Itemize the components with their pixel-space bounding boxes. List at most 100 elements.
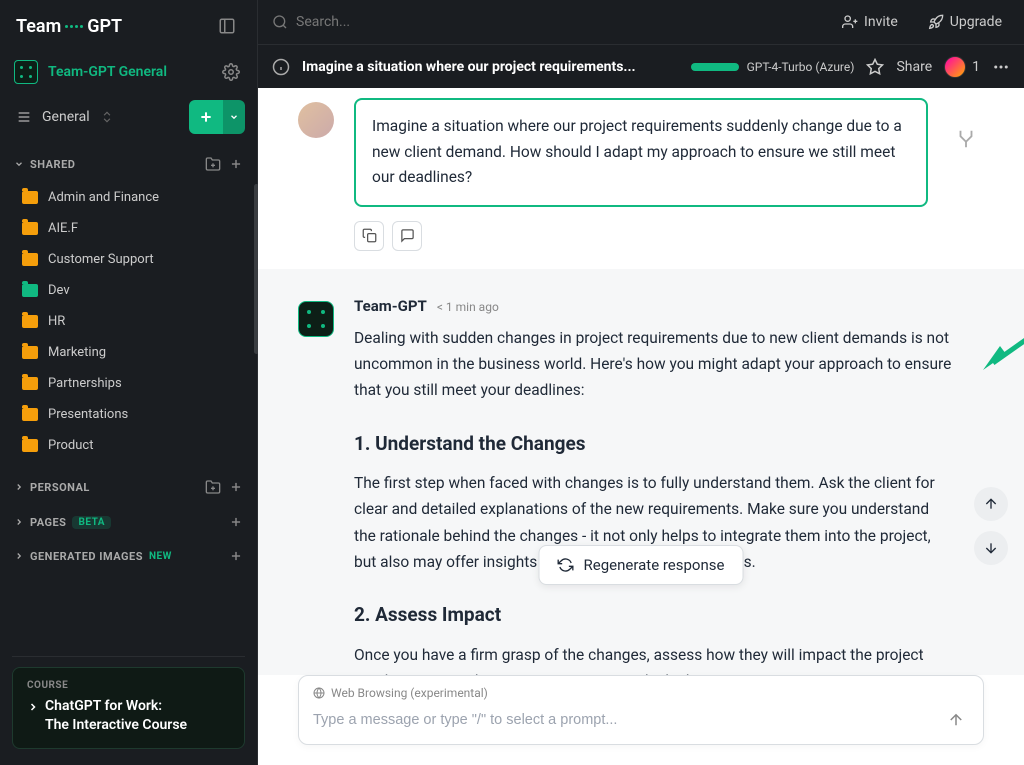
new-chat-dropdown[interactable] (223, 100, 245, 134)
chevron-down-icon (229, 112, 239, 122)
section-shared[interactable]: SHARED (0, 146, 257, 182)
user-message-bubble: Imagine a situation where our project re… (354, 98, 928, 207)
search-input[interactable]: Search... (272, 14, 820, 30)
new-badge: NEW (149, 551, 172, 562)
general-selector[interactable]: General (12, 103, 181, 131)
sidebar-folder-item[interactable]: Customer Support (6, 244, 251, 275)
arrow-up-icon (947, 711, 965, 729)
collapse-sidebar-button[interactable] (213, 12, 241, 40)
assistant-message-content: Team-GPT < 1 min ago Dealing with sudden… (354, 297, 954, 675)
folder-label: Customer Support (48, 252, 154, 267)
new-folder-icon[interactable] (205, 479, 221, 495)
folder-label: AIE.F (48, 221, 78, 236)
scroll-controls (974, 487, 1008, 565)
section-personal[interactable]: PERSONAL (0, 469, 257, 505)
sidebar: Team GPT Team-GPT General General (0, 0, 258, 765)
assistant-name: Team-GPT (354, 297, 427, 315)
section-shared-label: SHARED (30, 158, 75, 171)
workspace-name[interactable]: Team-GPT General (48, 64, 209, 80)
user-message-content: Imagine a situation where our project re… (354, 98, 928, 251)
input-row (313, 706, 969, 734)
main-panel: Search... Invite Upgrade Imagine a situa… (258, 0, 1024, 765)
send-button[interactable] (943, 707, 969, 733)
assistant-heading-2: 2. Assess Impact (354, 599, 954, 631)
rocket-icon (928, 14, 944, 30)
user-message-actions (354, 221, 928, 251)
topbar: Search... Invite Upgrade (258, 0, 1024, 44)
folder-list: Admin and Finance AIE.F Customer Support De… (0, 182, 257, 469)
fork-icon[interactable] (948, 98, 984, 251)
model-indicator[interactable]: GPT-4-Turbo (Azure) (691, 60, 855, 74)
course-title: ChatGPT for Work: The Interactive Course (27, 697, 230, 736)
sidebar-folder-item[interactable]: Admin and Finance (6, 182, 251, 213)
folder-icon (22, 377, 38, 390)
sidebar-folder-item[interactable]: AIE.F (6, 213, 251, 244)
workspace-icon (14, 60, 38, 84)
folder-icon (22, 222, 38, 235)
logo-text-pre: Team (16, 16, 61, 37)
invite-button[interactable]: Invite (834, 10, 906, 34)
sidebar-folder-item[interactable]: Marketing (6, 337, 251, 368)
user-message-row: Imagine a situation where our project re… (258, 88, 1024, 269)
star-icon[interactable] (866, 58, 884, 76)
sidebar-folder-item[interactable]: Dev (6, 275, 251, 306)
folder-icon (22, 253, 38, 266)
chat-header: Imagine a situation where our project re… (258, 44, 1024, 88)
assistant-timestamp: < 1 min ago (437, 300, 499, 314)
folder-label: Dev (48, 283, 70, 298)
more-icon[interactable] (992, 58, 1010, 76)
new-chat-split-button (189, 100, 245, 134)
user-avatar (298, 102, 334, 138)
scroll-up-button[interactable] (974, 487, 1008, 521)
sidebar-folder-item[interactable]: Product (6, 430, 251, 461)
input-feature-row[interactable]: Web Browsing (experimental) (313, 686, 969, 700)
assistant-avatar (298, 301, 334, 337)
comment-button[interactable] (392, 221, 422, 251)
sidebar-folder-item[interactable]: HR (6, 306, 251, 337)
scrollbar-track[interactable] (252, 182, 257, 362)
message-input-box: Web Browsing (experimental) (298, 675, 984, 745)
upgrade-button[interactable]: Upgrade (920, 10, 1010, 34)
add-icon[interactable] (229, 515, 243, 529)
general-label: General (42, 109, 90, 125)
regenerate-button[interactable]: Regenerate response (539, 545, 744, 585)
model-name: GPT-4-Turbo (Azure) (747, 60, 855, 74)
course-label: COURSE (27, 680, 230, 691)
share-button[interactable]: Share (896, 59, 932, 75)
new-chat-button[interactable] (189, 100, 223, 134)
add-icon[interactable] (229, 480, 243, 494)
message-input[interactable] (313, 706, 943, 734)
list-icon (16, 109, 32, 125)
section-pages-label: PAGES (30, 516, 66, 529)
folder-icon (22, 346, 38, 359)
sidebar-folder-item[interactable]: Partnerships (6, 368, 251, 399)
assistant-intro: Dealing with sudden changes in project r… (354, 325, 954, 404)
refresh-icon (558, 557, 574, 573)
input-feature-label: Web Browsing (experimental) (331, 686, 488, 700)
member-indicator[interactable]: 1 (944, 56, 980, 78)
scroll-down-button[interactable] (974, 531, 1008, 565)
gear-icon[interactable] (219, 60, 243, 84)
course-card[interactable]: COURSE ChatGPT for Work: The Interactive… (12, 667, 245, 749)
section-pages[interactable]: PAGES BETA (0, 505, 257, 539)
copy-icon (362, 228, 377, 243)
folder-label: Presentations (48, 407, 128, 422)
section-generated-label: GENERATED IMAGES (30, 550, 143, 563)
chevron-right-icon (27, 701, 39, 713)
sidebar-folder-item[interactable]: Presentations (6, 399, 251, 430)
beta-badge: BETA (72, 516, 111, 529)
folder-icon (22, 408, 38, 421)
copy-button[interactable] (354, 221, 384, 251)
info-icon[interactable] (272, 58, 290, 76)
globe-icon (313, 687, 325, 699)
section-generated-images[interactable]: GENERATED IMAGES NEW (0, 539, 257, 573)
add-icon[interactable] (229, 157, 243, 171)
assistant-heading-1: 1. Understand the Changes (354, 428, 954, 460)
add-icon[interactable] (229, 549, 243, 563)
new-folder-icon[interactable] (205, 156, 221, 172)
chat-body[interactable]: Imagine a situation where our project re… (258, 88, 1024, 675)
assistant-message-body: Dealing with sudden changes in project r… (354, 325, 954, 675)
folder-label: Admin and Finance (48, 190, 159, 205)
assistant-message-header: Team-GPT < 1 min ago (354, 297, 954, 315)
app-logo[interactable]: Team GPT (16, 16, 213, 37)
